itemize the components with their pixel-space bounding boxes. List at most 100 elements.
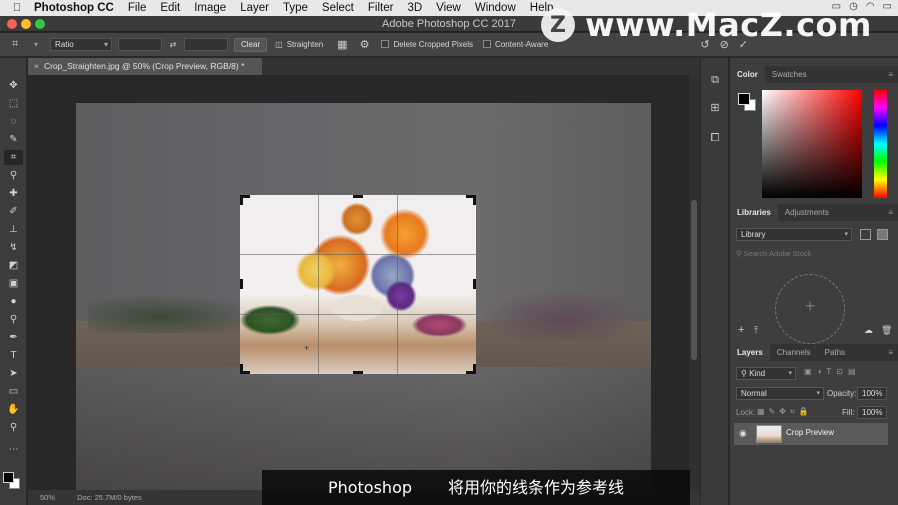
panel-menu-icon[interactable]: ≡	[888, 208, 893, 217]
brushes-panel-icon[interactable]: ⧠	[707, 130, 723, 146]
height-field[interactable]	[184, 38, 228, 51]
crop-handle-tl-v[interactable]	[240, 195, 243, 205]
panel-menu-icon[interactable]: ≡	[888, 348, 893, 357]
fill-field[interactable]: 100%	[857, 406, 887, 419]
crop-handle-top[interactable]	[353, 195, 363, 198]
vertical-scrollbar[interactable]	[689, 75, 700, 505]
layer-name[interactable]: Crop Preview	[786, 428, 834, 437]
hue-slider[interactable]	[874, 90, 887, 198]
eraser-tool-icon[interactable]: ◩	[4, 258, 23, 273]
color-foreground-swatch[interactable]	[738, 93, 750, 105]
add-content-icon[interactable]: +	[738, 324, 744, 336]
zoom-tool-icon[interactable]: ⚲	[4, 420, 23, 435]
upload-icon[interactable]: ⤒	[754, 325, 758, 336]
history-panel-icon[interactable]: ⧉	[707, 72, 723, 88]
brush-tool-icon[interactable]: ✐	[4, 204, 23, 219]
opacity-field[interactable]: 100%	[857, 387, 887, 400]
menu-select[interactable]: Select	[315, 2, 361, 14]
blend-mode-select[interactable]: Normal ▾	[736, 387, 824, 400]
eyedropper-tool-icon[interactable]: ⚲	[4, 168, 23, 183]
type-tool-icon[interactable]: T	[4, 348, 23, 363]
clear-button[interactable]: Clear	[234, 37, 268, 52]
menu-3d[interactable]: 3D	[400, 2, 429, 14]
library-select[interactable]: Library ▾	[736, 228, 852, 241]
grid-view-icon[interactable]	[860, 229, 871, 240]
layer-row[interactable]: ◉ Crop Preview	[734, 423, 888, 445]
crop-handle-bl-v[interactable]	[240, 364, 243, 374]
ratio-select[interactable]: Ratio ▾	[50, 38, 112, 51]
delete-cropped-option[interactable]: Delete Cropped Pixels	[381, 40, 473, 49]
dodge-tool-icon[interactable]: ⚲	[4, 312, 23, 327]
hand-tool-icon[interactable]: ✋	[4, 402, 23, 417]
crop-handle-br-v[interactable]	[473, 364, 476, 374]
overlay-grid-icon[interactable]: ▦	[337, 38, 347, 51]
straighten-button[interactable]: Straighten	[287, 40, 323, 49]
marquee-tool-icon[interactable]: ⬚	[4, 96, 23, 111]
more-tools-icon[interactable]: ⋯	[4, 442, 23, 457]
crop-handle-tr-v[interactable]	[473, 195, 476, 205]
menu-view[interactable]: View	[429, 2, 468, 14]
quick-select-tool-icon[interactable]: ✎	[4, 132, 23, 147]
foreground-color-swatch[interactable]	[3, 472, 14, 483]
blur-tool-icon[interactable]: ●	[4, 294, 23, 309]
tab-color[interactable]: Color	[730, 66, 765, 83]
move-tool-icon[interactable]: ✥	[4, 78, 23, 93]
crop-box[interactable]: +	[240, 195, 476, 374]
menu-app-name[interactable]: Photoshop CC	[34, 2, 121, 14]
path-select-tool-icon[interactable]: ➤	[4, 366, 23, 381]
menu-window[interactable]: Window	[468, 2, 523, 14]
scrollbar-thumb[interactable]	[691, 200, 697, 360]
tab-channels[interactable]: Channels	[770, 344, 818, 361]
healing-brush-tool-icon[interactable]: ✚	[4, 186, 23, 201]
crop-handle-left[interactable]	[240, 279, 243, 289]
crop-tool-icon[interactable]: ⌗	[4, 150, 23, 165]
tab-adjustments[interactable]: Adjustments	[778, 204, 836, 221]
close-icon[interactable]: ×	[34, 61, 39, 71]
layer-filter-select[interactable]: ⚲ Kind ▾	[736, 367, 796, 380]
crop-handle-bottom[interactable]	[353, 371, 363, 374]
content-aware-checkbox[interactable]	[483, 40, 492, 48]
menu-image[interactable]: Image	[187, 2, 233, 14]
stock-search[interactable]: ⚲ Search Adobe Stock	[736, 249, 890, 261]
menu-layer[interactable]: Layer	[233, 2, 276, 14]
history-brush-tool-icon[interactable]: ↯	[4, 240, 23, 255]
menu-filter[interactable]: Filter	[361, 2, 401, 14]
canvas-area[interactable]: +	[28, 75, 687, 505]
tab-layers[interactable]: Layers	[730, 344, 770, 361]
document-tab[interactable]: × Crop_Straighten.jpg @ 50% (Crop Preview…	[28, 58, 262, 75]
list-view-icon[interactable]	[877, 229, 888, 240]
tab-swatches[interactable]: Swatches	[765, 66, 814, 83]
width-field[interactable]	[118, 38, 162, 51]
delete-cropped-checkbox[interactable]	[381, 40, 390, 48]
swap-dimensions-icon[interactable]: ⇄	[162, 40, 184, 49]
layer-filter-icons[interactable]: ▣◑T⊡▤	[804, 367, 861, 376]
properties-panel-icon[interactable]: ⊞	[707, 100, 723, 116]
add-to-library-icon[interactable]: +	[775, 296, 845, 317]
crop-tool-preset-icon[interactable]: ⌗	[12, 38, 34, 51]
eye-icon[interactable]: ◉	[739, 428, 747, 439]
crop-handle-right[interactable]	[473, 279, 476, 289]
lasso-tool-icon[interactable]: ◌	[4, 114, 23, 129]
menu-edit[interactable]: Edit	[153, 2, 187, 14]
menu-file[interactable]: File	[121, 2, 154, 14]
content-aware-option[interactable]: Content-Aware	[483, 40, 548, 49]
color-spectrum-field[interactable]	[762, 90, 862, 198]
pen-tool-icon[interactable]: ✒	[4, 330, 23, 345]
tab-libraries[interactable]: Libraries	[730, 204, 778, 221]
creative-cloud-icon[interactable]: ☁	[864, 325, 873, 336]
preset-caret-icon[interactable]: ▾	[34, 40, 44, 49]
panel-icon-strip: ⧉ ⊞ ⧠	[701, 58, 729, 505]
clone-stamp-tool-icon[interactable]: ⊥	[4, 222, 23, 237]
rectangle-tool-icon[interactable]: ▭	[4, 384, 23, 399]
zoom-level[interactable]: 50%	[40, 493, 55, 502]
gradient-tool-icon[interactable]: ▣	[4, 276, 23, 291]
apple-icon[interactable]: 	[0, 2, 34, 14]
battery-icon[interactable]: ▭	[883, 1, 892, 12]
tab-paths[interactable]: Paths	[818, 344, 852, 361]
menu-type[interactable]: Type	[276, 2, 315, 14]
panel-menu-icon[interactable]: ≡	[888, 70, 893, 79]
lock-icons[interactable]: ▦✎✥⌗🔒	[757, 407, 812, 417]
trash-icon[interactable]: 🗑	[881, 325, 892, 336]
gear-icon[interactable]: ⚙	[360, 38, 370, 51]
straighten-icon[interactable]: ◫	[275, 40, 283, 49]
